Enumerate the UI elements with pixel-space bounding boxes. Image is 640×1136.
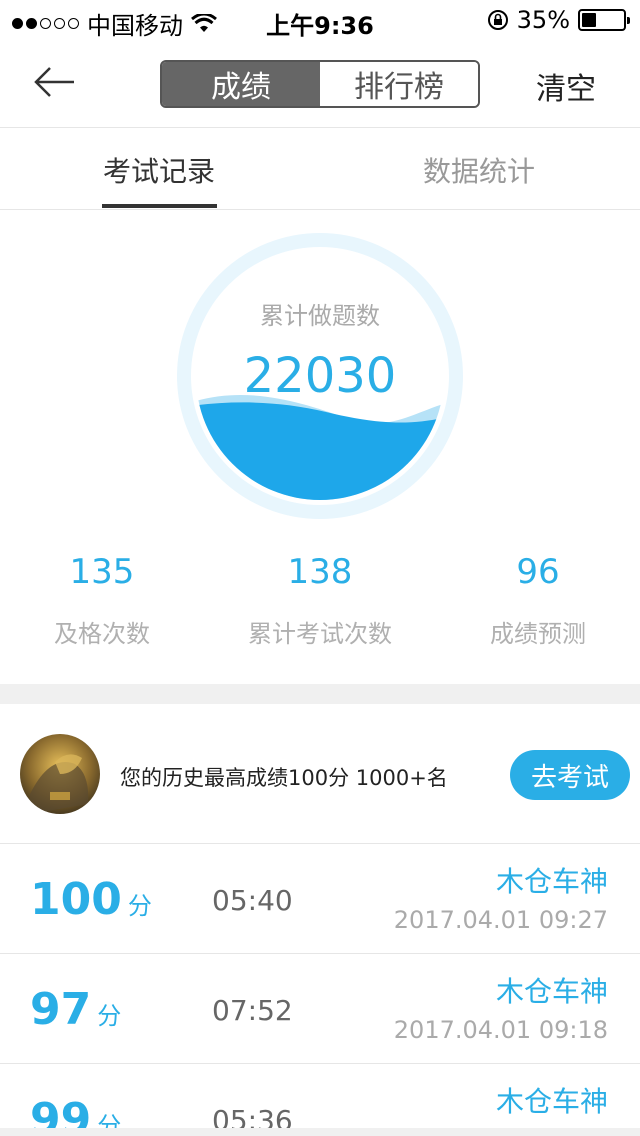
record-score-unit: 分 bbox=[97, 1002, 122, 1030]
stat-pass-count: 135 及格次数 bbox=[0, 552, 212, 649]
stat-label: 累计考试次数 bbox=[248, 620, 392, 648]
stat-label: 成绩预测 bbox=[490, 620, 586, 648]
avatar bbox=[20, 734, 100, 814]
tab-indicator bbox=[102, 204, 217, 208]
record-score: 100 bbox=[30, 874, 122, 925]
tab-bar: 考试记录 数据统计 bbox=[0, 128, 640, 210]
record-row[interactable]: 97 分 07:52 木仓车神 2017.04.01 09:18 bbox=[0, 954, 640, 1064]
segmented-control: 成绩 排行榜 bbox=[160, 60, 480, 108]
clear-button[interactable]: 清空 bbox=[536, 64, 596, 108]
record-duration: 05:40 bbox=[212, 884, 293, 917]
tab-data-stats[interactable]: 数据统计 bbox=[423, 150, 535, 190]
orientation-lock-icon bbox=[487, 10, 508, 30]
back-button[interactable] bbox=[30, 62, 78, 102]
record-user-name: 木仓车神 bbox=[495, 1085, 608, 1118]
battery-percent: 35% bbox=[516, 6, 570, 34]
record-row[interactable]: 100 分 05:40 木仓车神 2017.04.01 09:27 bbox=[0, 844, 640, 954]
tab-exam-records[interactable]: 考试记录 bbox=[103, 150, 215, 190]
record-duration: 07:52 bbox=[212, 994, 293, 1027]
total-questions-value: 22030 bbox=[243, 348, 397, 404]
bottom-edge bbox=[0, 1128, 640, 1136]
stat-value: 135 bbox=[69, 552, 135, 592]
battery-icon bbox=[578, 9, 630, 31]
record-row[interactable]: 99 分 05:36 木仓车神 bbox=[0, 1064, 640, 1136]
section-divider bbox=[0, 684, 640, 704]
stat-score-prediction: 96 成绩预测 bbox=[428, 552, 640, 649]
best-score-row: 您的历史最高成绩100分 1000+名 去考试 bbox=[0, 704, 640, 844]
best-score-text: 您的历史最高成绩100分 1000+名 bbox=[120, 766, 448, 790]
stat-label: 及格次数 bbox=[54, 620, 150, 648]
segment-score[interactable]: 成绩 bbox=[162, 62, 320, 106]
status-bar: 中国移动 上午9:36 35% bbox=[0, 0, 640, 40]
stat-value: 96 bbox=[516, 552, 560, 592]
segment-ranking[interactable]: 排行榜 bbox=[320, 62, 478, 106]
total-questions-label: 累计做题数 bbox=[260, 302, 380, 330]
record-date: 2017.04.01 09:27 bbox=[393, 906, 608, 934]
nav-bar: 成绩 排行榜 清空 bbox=[0, 40, 640, 128]
go-exam-button[interactable]: 去考试 bbox=[510, 750, 630, 800]
record-date: 2017.04.01 09:18 bbox=[393, 1016, 608, 1044]
back-arrow-icon bbox=[34, 67, 74, 97]
record-score: 97 bbox=[30, 984, 92, 1035]
stat-exam-count: 138 累计考试次数 bbox=[210, 552, 430, 649]
score-page: 中国移动 上午9:36 35% 成绩 排行榜 清空 考试记录 数据统计 累计做题… bbox=[0, 0, 640, 1136]
record-user-name: 木仓车神 bbox=[495, 865, 608, 898]
stat-value: 138 bbox=[287, 552, 353, 592]
record-score-unit: 分 bbox=[127, 892, 152, 920]
record-user-name: 木仓车神 bbox=[495, 975, 608, 1008]
